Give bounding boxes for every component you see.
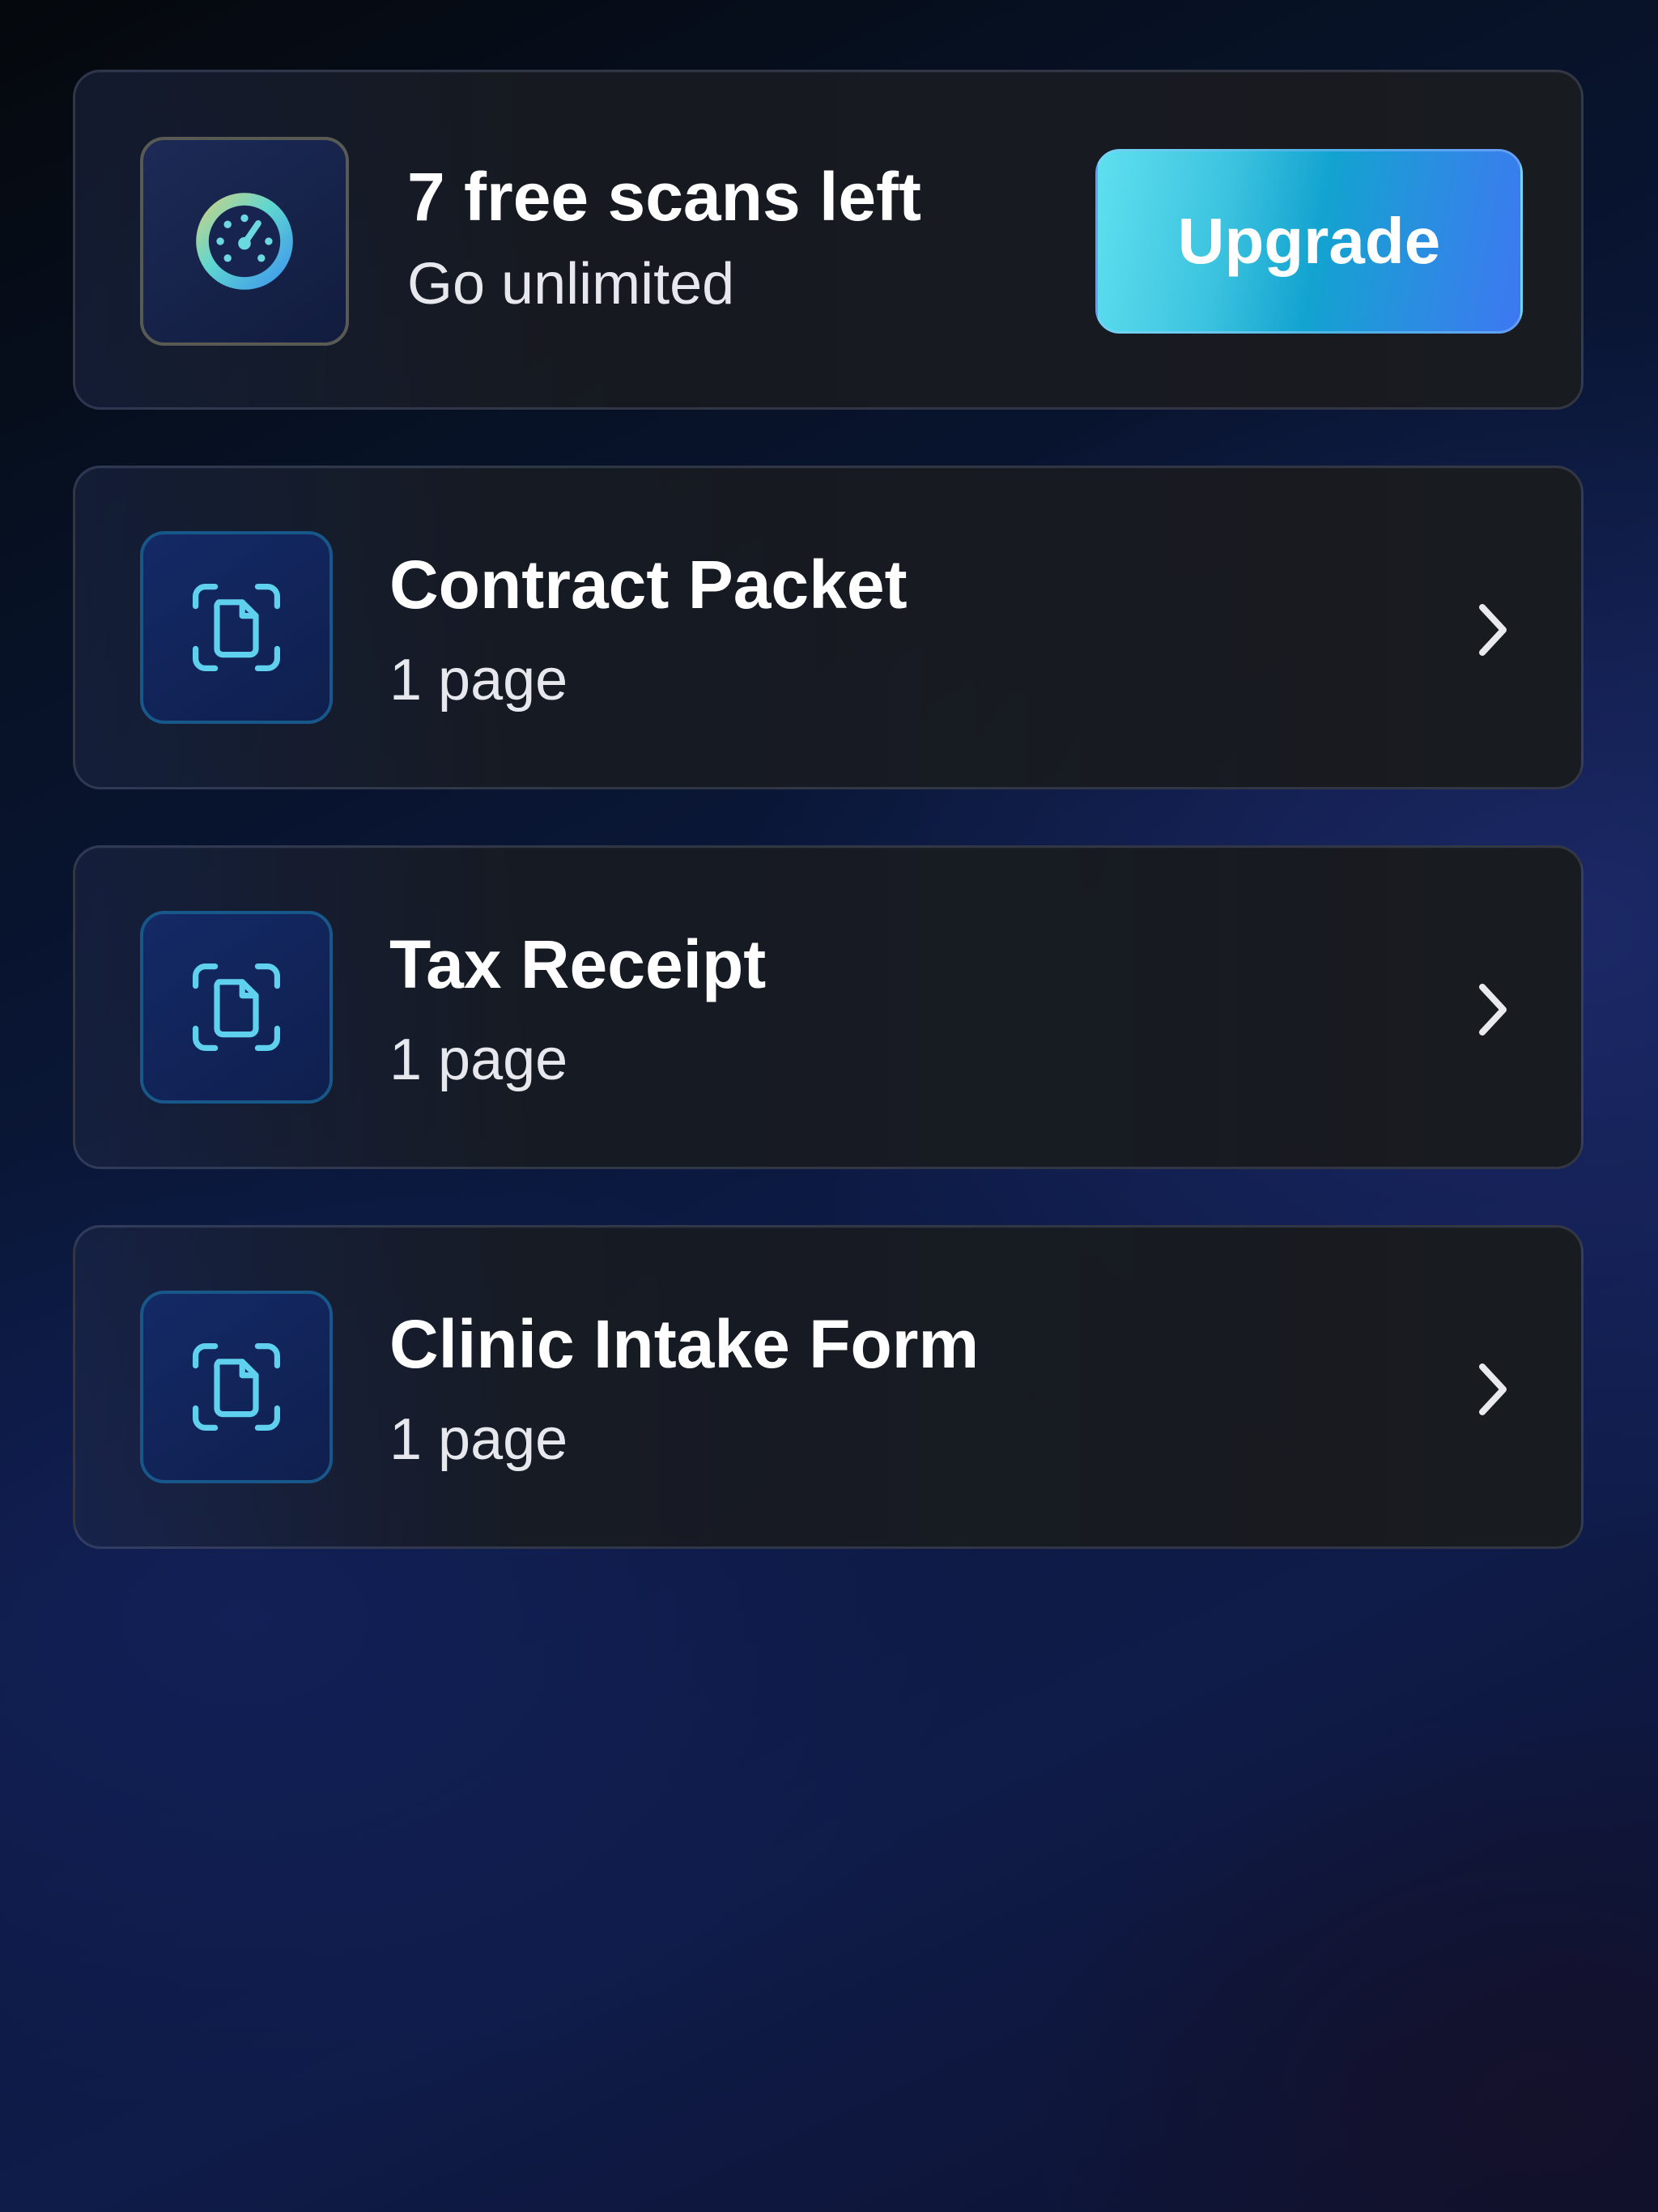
scans-left-title: 7 free scans left: [407, 159, 922, 235]
document-title: Clinic Intake Form: [389, 1306, 980, 1382]
document-row[interactable]: Tax Receipt 1 page: [73, 845, 1584, 1169]
chevron-right-icon: [1469, 1357, 1518, 1422]
chevron-right-icon: [1469, 977, 1518, 1042]
chevron-right-icon: [1469, 598, 1518, 662]
free-scans-promo-card: 7 free scans left Go unlimited Upgrade: [73, 70, 1584, 410]
document-row[interactable]: Clinic Intake Form 1 page: [73, 1225, 1584, 1549]
document-page-count: 1 page: [389, 1027, 568, 1092]
document-icon-tile: [140, 1291, 333, 1483]
upgrade-button[interactable]: Upgrade: [1095, 149, 1523, 334]
promo-icon-tile: [140, 137, 349, 346]
document-scan-icon: [193, 963, 280, 1051]
speedometer-icon: [196, 193, 293, 290]
document-icon-tile: [140, 531, 333, 724]
document-page-count: 1 page: [389, 1407, 568, 1472]
document-row[interactable]: Contract Packet 1 page: [73, 466, 1584, 789]
document-scan-icon: [193, 1343, 280, 1431]
document-title: Contract Packet: [389, 547, 908, 623]
scan-list-screen: 7 free scans left Go unlimited Upgrade C…: [0, 0, 1658, 2212]
go-unlimited-subtitle: Go unlimited: [407, 252, 735, 317]
document-title: Tax Receipt: [389, 926, 767, 1002]
document-page-count: 1 page: [389, 648, 568, 713]
document-scan-icon: [193, 584, 280, 671]
document-icon-tile: [140, 911, 333, 1104]
